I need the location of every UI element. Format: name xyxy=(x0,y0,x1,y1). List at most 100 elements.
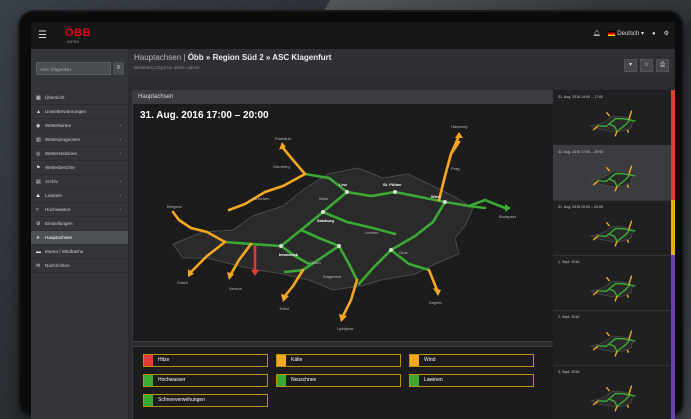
german-flag-icon xyxy=(608,30,616,36)
sidebar-item-wetterkarten[interactable]: ◉ Wetterkarten › xyxy=(31,119,128,133)
page-subtitle: WeatherCockpit für admin admin xyxy=(134,65,200,70)
user-icon[interactable]: ● xyxy=(652,31,656,37)
logo-subtitle: INFRA xyxy=(67,39,79,44)
label-prag: Prag xyxy=(451,166,459,171)
sidebar-item-übersicht[interactable]: ▦ Übersicht xyxy=(31,91,128,105)
label-hamburg: Hamburg xyxy=(451,124,467,129)
legend-item-hitze: Hitze xyxy=(143,354,268,367)
timeline-thumbnail[interactable]: 31. Aug. 2016 20:00 – 02:00 xyxy=(553,200,675,256)
sidebar-item-wetterprognosen[interactable]: ▥ Wetterprognosen › xyxy=(31,133,128,147)
sidebar-item-label: Wetterberichte xyxy=(45,165,75,170)
sidebar-item-nachrichten[interactable]: ✉ Nachrichten xyxy=(31,259,128,273)
main-map-panel: Hauptachsen Linz St. Pölten Wien Budapes… xyxy=(132,90,554,342)
top-bar: ☰ ÖBB INFRA 🔔︎ Deutsch ▾ ● ⚙ xyxy=(31,22,675,49)
sidebar-item-label: Wetterstationen xyxy=(45,151,78,156)
timeline-thumbnail[interactable]: 31. Aug. 2016 17:00 – 20:00 xyxy=(553,145,675,201)
legend-label: Hochwasser xyxy=(158,377,186,383)
star-icon[interactable]: ☆ xyxy=(640,59,653,72)
arrow-trieste xyxy=(281,294,289,302)
country-outline xyxy=(172,167,474,291)
severity-bar xyxy=(671,145,675,200)
legend-label: Kälte xyxy=(291,357,303,363)
chevron-right-icon: › xyxy=(119,136,121,143)
legend-label: Schneeverwehungen xyxy=(158,397,205,403)
sidebar-item-wetterberichte[interactable]: ⚑ Wetterberichte xyxy=(31,161,128,175)
legend-label: Hitze xyxy=(158,357,170,363)
grid-icon: ▦ xyxy=(36,94,41,101)
route-nordwest xyxy=(227,190,267,212)
logo[interactable]: ÖBB xyxy=(65,27,91,39)
truck-icon: ▬ xyxy=(36,248,41,255)
mini-map xyxy=(589,385,636,412)
language-select[interactable]: Deutsch ▾ xyxy=(608,30,644,37)
breadcrumb: Hauptachsen | Öbb » Region Süd 2 » ASC K… xyxy=(134,53,332,62)
mini-map xyxy=(589,330,636,357)
search-input[interactable]: ASC Klagenfurt xyxy=(36,62,111,75)
node-graz xyxy=(389,248,393,252)
legend-item-lawinen: Lawinen xyxy=(409,374,534,387)
timeline-thumbnail[interactable]: 1. Sept. 2016 xyxy=(553,255,675,311)
timeline-thumbnail[interactable]: 3. Sept. 2016 xyxy=(553,365,675,419)
arrow-ljubljana xyxy=(339,314,347,322)
legend-item-kälte: Kälte xyxy=(276,354,401,367)
sidebar-item-wetterstationen[interactable]: ◎ Wetterstationen › xyxy=(31,147,128,161)
app-screen: ☰ ÖBB INFRA 🔔︎ Deutsch ▾ ● ⚙ ASC Klagenf… xyxy=(31,22,675,419)
label-linz: Linz xyxy=(339,182,347,187)
sidebar-item-label: Unwetterwarnungen xyxy=(45,109,87,114)
label-st-poelten: St. Pölten xyxy=(383,182,402,187)
sidebar-item-label: Wetterkarten xyxy=(45,123,72,128)
route-bregenz xyxy=(171,210,193,230)
label-muenchen: München xyxy=(253,196,269,201)
label-nuernberg: Nürnberg xyxy=(273,164,290,169)
legend-swatch xyxy=(410,355,419,366)
sidebar-item-lawinen[interactable]: ⛰ Lawinen › xyxy=(31,189,128,203)
print-icon[interactable]: ⎙ xyxy=(656,59,669,72)
breadcrumb-section[interactable]: Hauptachsen xyxy=(134,53,181,62)
node-wien xyxy=(443,200,447,204)
sidebar-item-label: Hochwasser xyxy=(45,207,71,212)
timeline-column: 31. Aug. 2016 14:00 – 17:00 31. Aug. 2016… xyxy=(553,90,675,419)
mini-outline xyxy=(589,280,635,298)
timeline-label: 1. Sept. 2016 xyxy=(558,260,580,264)
legend-swatch xyxy=(410,375,419,386)
timeline-label: 31. Aug. 2016 20:00 – 02:00 xyxy=(558,205,604,209)
sidebar: ASC Klagenfurt ≡ ▦ Übersicht ▲ Unwetterwarn… xyxy=(31,49,128,419)
water-icon: ≈ xyxy=(36,206,39,213)
sidebar-item-label: Lawinen xyxy=(45,193,63,198)
sidebar-item-archiv[interactable]: ▤ Archiv › xyxy=(31,175,128,189)
archive-icon: ▤ xyxy=(36,178,41,185)
label-frankfurt: Frankfurt xyxy=(275,136,292,141)
label-klagenfurt: Klagenfurt xyxy=(323,274,342,279)
chevron-right-icon: › xyxy=(119,150,121,157)
bell-icon[interactable]: 🔔︎ xyxy=(593,30,601,37)
flag-icon: ⚑ xyxy=(36,164,41,171)
sidebar-item-hochwasser[interactable]: ≈ Hochwasser › xyxy=(31,203,128,217)
legend-item-schneeverwehungen: Schneeverwehungen xyxy=(143,394,268,407)
timeline-thumbnail[interactable]: 31. Aug. 2016 14:00 – 17:00 xyxy=(553,90,675,146)
hamburger-menu-icon[interactable]: ☰ xyxy=(38,30,47,41)
breadcrumb-path: Öbb » Region Süd 2 » ASC Klagenfurt xyxy=(187,53,332,62)
globe-icon: ◉ xyxy=(36,122,41,129)
dropdown-button[interactable]: ▾ xyxy=(624,59,637,72)
sidebar-item-hauptachsen[interactable]: ➤ Hauptachsen xyxy=(31,231,128,245)
label-wien: Wien xyxy=(431,194,441,199)
mini-outline xyxy=(589,335,635,353)
mini-map xyxy=(589,275,636,302)
search-list-icon[interactable]: ≡ xyxy=(113,62,124,75)
sidebar-item-label: Hauptachsen xyxy=(45,235,73,240)
label-triest: Triest xyxy=(279,306,290,311)
mini-map xyxy=(589,165,636,192)
railway-map[interactable]: Linz St. Pölten Wien Budapest Salzburg I… xyxy=(133,104,553,341)
node-innsbruck xyxy=(279,244,283,248)
timeline-thumbnail[interactable]: 2. Sept. 2016 xyxy=(553,310,675,366)
sidebar-nav: ▦ Übersicht ▲ Unwetterwarnungen ◉ Wetterkarte… xyxy=(31,91,128,273)
legend-item-neuschnee: Neuschnee xyxy=(276,374,401,387)
sidebar-item-unwetterwarnungen[interactable]: ▲ Unwetterwarnungen xyxy=(31,105,128,119)
settings-icon: ⚙ xyxy=(36,220,41,227)
sidebar-item-einstellungen[interactable]: ⚙ Einstellungen xyxy=(31,217,128,231)
legend-swatch xyxy=(144,395,153,406)
gear-icon[interactable]: ⚙ xyxy=(664,30,669,37)
chevron-right-icon: › xyxy=(119,178,121,185)
timeline-label: 3. Sept. 2016 xyxy=(558,370,580,374)
sidebar-item-muren-wildbäche[interactable]: ▬ Muren / Wildbäche xyxy=(31,245,128,259)
